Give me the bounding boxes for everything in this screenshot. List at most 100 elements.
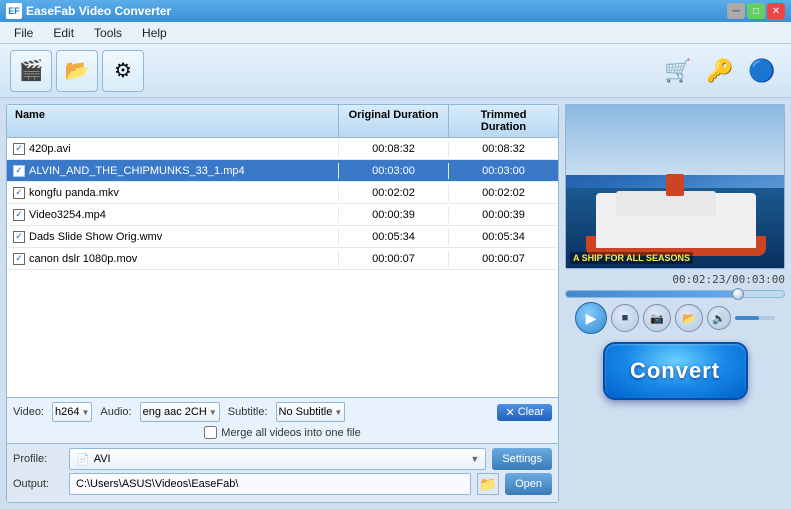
volume-fill bbox=[735, 316, 759, 320]
volume-slider[interactable] bbox=[735, 316, 775, 320]
main-content: Name Original Duration Trimmed Duration … bbox=[0, 98, 791, 509]
progress-fill bbox=[566, 291, 738, 297]
row-name-5: Dads Slide Show Orig.wmv bbox=[7, 229, 338, 245]
checkbox-3[interactable] bbox=[13, 187, 25, 199]
profile-select-arrow: ▼ bbox=[470, 454, 479, 464]
header-original: Original Duration bbox=[338, 105, 448, 137]
row-orig-1: 00:08:32 bbox=[338, 141, 448, 157]
subtitle-select-arrow: ▼ bbox=[334, 408, 342, 417]
row-trim-5: 00:05:34 bbox=[448, 229, 558, 245]
video-label: Video: bbox=[13, 406, 44, 418]
row-trim-2: 00:03:00 bbox=[448, 163, 558, 179]
play-button[interactable]: ▶ bbox=[575, 302, 607, 334]
row-orig-2: 00:03:00 bbox=[338, 163, 448, 179]
table-row[interactable]: canon dslr 1080p.mov 00:00:07 00:00:07 bbox=[7, 248, 558, 270]
audio-select[interactable]: eng aac 2CH ▼ bbox=[140, 402, 220, 422]
table-header: Name Original Duration Trimmed Duration bbox=[7, 105, 558, 138]
browse-folder-button[interactable]: 📁 bbox=[477, 473, 499, 495]
video-preview: A SHIP FOR ALL SEASONS bbox=[565, 104, 785, 269]
clear-icon: ✕ bbox=[505, 406, 514, 419]
menu-help[interactable]: Help bbox=[132, 24, 177, 42]
volume-button[interactable]: 🔊 bbox=[707, 306, 731, 330]
file-panel: Name Original Duration Trimmed Duration … bbox=[6, 104, 559, 503]
window-controls: ─ □ ✕ bbox=[727, 3, 785, 19]
merge-label: Merge all videos into one file bbox=[221, 427, 360, 439]
toolbar: 🎬 📂 ⚙ 🛒 🔑 🔵 bbox=[0, 44, 791, 98]
bottom-controls: Video: h264 ▼ Audio: eng aac 2CH ▼ Subti… bbox=[7, 397, 558, 443]
key-button[interactable]: 🔑 bbox=[701, 52, 739, 90]
menu-file[interactable]: File bbox=[4, 24, 43, 42]
snapshot-button[interactable]: 📷 bbox=[643, 304, 671, 332]
settings-profile-button[interactable]: Settings bbox=[492, 448, 552, 470]
table-row[interactable]: Video3254.mp4 00:00:39 00:00:39 bbox=[7, 204, 558, 226]
row-orig-6: 00:00:07 bbox=[338, 251, 448, 267]
row-name-3: kongfu panda.mkv bbox=[7, 185, 338, 201]
ship-stack bbox=[666, 174, 684, 196]
audio-label: Audio: bbox=[100, 406, 131, 418]
preview-panel: A SHIP FOR ALL SEASONS 00:02:23/00:03:00… bbox=[565, 104, 785, 503]
checkbox-1[interactable] bbox=[13, 143, 25, 155]
close-button[interactable]: ✕ bbox=[767, 3, 785, 19]
preview-image: A SHIP FOR ALL SEASONS bbox=[566, 105, 784, 268]
checkbox-4[interactable] bbox=[13, 209, 25, 221]
open-output-button[interactable]: Open bbox=[505, 473, 552, 495]
time-display: 00:02:23/00:03:00 bbox=[565, 273, 785, 286]
profile-row: Profile: 📄 AVI ▼ Settings bbox=[13, 448, 552, 470]
merge-checkbox[interactable] bbox=[204, 426, 217, 439]
add-video-button[interactable]: 🎬 bbox=[10, 50, 52, 92]
add-folder-button[interactable]: 📂 bbox=[56, 50, 98, 92]
header-name: Name bbox=[7, 105, 338, 137]
profile-section: Profile: 📄 AVI ▼ Settings Output: C:\Use… bbox=[7, 443, 558, 502]
app-title: EaseFab Video Converter bbox=[26, 4, 171, 18]
subtitle-label: Subtitle: bbox=[228, 406, 268, 418]
menubar: File Edit Tools Help bbox=[0, 22, 791, 44]
titlebar: EF EaseFab Video Converter ─ □ ✕ bbox=[0, 0, 791, 22]
convert-button[interactable]: Convert bbox=[603, 342, 748, 400]
table-row[interactable]: Dads Slide Show Orig.wmv 00:05:34 00:05:… bbox=[7, 226, 558, 248]
header-trimmed: Trimmed Duration bbox=[448, 105, 558, 137]
row-orig-4: 00:00:39 bbox=[338, 207, 448, 223]
row-name-6: canon dslr 1080p.mov bbox=[7, 251, 338, 267]
stop-button[interactable]: ■ bbox=[611, 304, 639, 332]
progress-thumb[interactable] bbox=[732, 288, 744, 300]
profile-icon: 📄 bbox=[76, 453, 90, 466]
video-select-arrow: ▼ bbox=[81, 408, 89, 417]
shop-button[interactable]: 🛒 bbox=[659, 52, 697, 90]
minimize-button[interactable]: ─ bbox=[727, 3, 745, 19]
output-label: Output: bbox=[13, 478, 63, 490]
maximize-button[interactable]: □ bbox=[747, 3, 765, 19]
table-row[interactable]: 420p.avi 00:08:32 00:08:32 bbox=[7, 138, 558, 160]
video-select[interactable]: h264 ▼ bbox=[52, 402, 92, 422]
help-button[interactable]: 🔵 bbox=[743, 52, 781, 90]
audio-select-arrow: ▼ bbox=[209, 408, 217, 417]
table-row[interactable]: ALVIN_AND_THE_CHIPMUNKS_33_1.mp4 00:03:0… bbox=[7, 160, 558, 182]
table-row[interactable]: kongfu panda.mkv 00:02:02 00:02:02 bbox=[7, 182, 558, 204]
open-file-button[interactable]: 📂 bbox=[675, 304, 703, 332]
row-orig-3: 00:02:02 bbox=[338, 185, 448, 201]
row-trim-6: 00:00:07 bbox=[448, 251, 558, 267]
preview-overlay-text: A SHIP FOR ALL SEASONS bbox=[570, 252, 693, 264]
row-orig-5: 00:05:34 bbox=[338, 229, 448, 245]
profile-label: Profile: bbox=[13, 453, 63, 465]
file-table: Name Original Duration Trimmed Duration … bbox=[7, 105, 558, 397]
subtitle-select[interactable]: No Subtitle ▼ bbox=[276, 402, 346, 422]
toolbar-right: 🛒 🔑 🔵 bbox=[659, 52, 781, 90]
app-icon: EF bbox=[6, 3, 22, 19]
checkbox-2[interactable] bbox=[13, 165, 25, 177]
row-name-4: Video3254.mp4 bbox=[7, 207, 338, 223]
row-name-2: ALVIN_AND_THE_CHIPMUNKS_33_1.mp4 bbox=[7, 163, 338, 179]
profile-select[interactable]: 📄 AVI ▼ bbox=[69, 448, 486, 470]
clear-button[interactable]: ✕ Clear bbox=[497, 404, 552, 421]
menu-edit[interactable]: Edit bbox=[43, 24, 84, 42]
row-trim-1: 00:08:32 bbox=[448, 141, 558, 157]
settings-button[interactable]: ⚙ bbox=[102, 50, 144, 92]
media-controls-row: Video: h264 ▼ Audio: eng aac 2CH ▼ Subti… bbox=[13, 402, 552, 422]
row-trim-4: 00:00:39 bbox=[448, 207, 558, 223]
playback-controls: ▶ ■ 📷 📂 🔊 bbox=[565, 302, 785, 334]
row-name-1: 420p.avi bbox=[7, 141, 338, 157]
checkbox-6[interactable] bbox=[13, 253, 25, 265]
progress-bar-container[interactable] bbox=[565, 290, 785, 298]
checkbox-5[interactable] bbox=[13, 231, 25, 243]
sky bbox=[566, 105, 784, 175]
menu-tools[interactable]: Tools bbox=[84, 24, 132, 42]
